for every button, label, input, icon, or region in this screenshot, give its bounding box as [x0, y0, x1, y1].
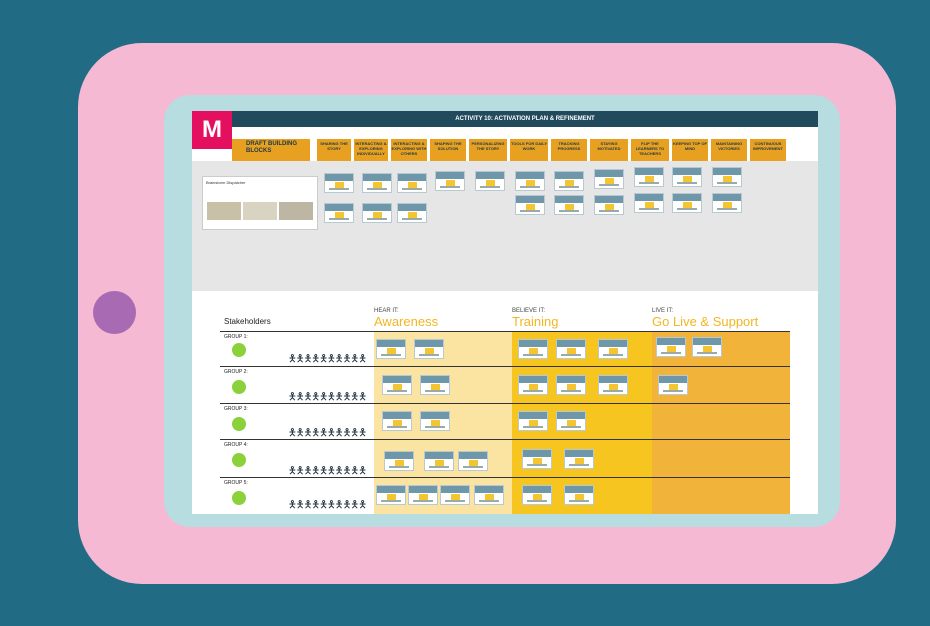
plan-card[interactable] [598, 375, 628, 395]
home-button[interactable] [93, 291, 136, 334]
plan-card[interactable] [384, 451, 414, 471]
plan-card[interactable] [458, 451, 488, 471]
plan-card[interactable] [420, 411, 450, 431]
people-icons: 🯅🯅🯅🯅🯅🯅🯅🯅🯅🯅 [288, 354, 367, 365]
block-card[interactable] [435, 171, 465, 191]
plan-card[interactable] [564, 449, 594, 469]
column-header: KEEPING TOP OF MIND [672, 139, 708, 161]
column-header: SHAPING THE SOLUTION [430, 139, 466, 161]
photo-thumbnail [243, 202, 277, 220]
people-icons: 🯅🯅🯅🯅🯅🯅🯅🯅🯅🯅 [288, 500, 367, 511]
plan-card[interactable] [556, 411, 586, 431]
block-card[interactable] [594, 195, 624, 215]
block-card[interactable] [324, 173, 354, 193]
photo-card-title: Brainstorm Dispatcher [206, 180, 246, 185]
group-badge [232, 491, 246, 505]
group-badge [232, 343, 246, 357]
block-card[interactable] [397, 203, 427, 223]
block-card[interactable] [515, 171, 545, 191]
phase-title: Awareness [374, 314, 439, 329]
plan-card[interactable] [376, 339, 406, 359]
plan-card[interactable] [556, 339, 586, 359]
column-header: MAINTAINING VICTORIES [711, 139, 747, 161]
plan-card[interactable] [382, 411, 412, 431]
block-card[interactable] [554, 195, 584, 215]
block-card[interactable] [515, 195, 545, 215]
people-icons: 🯅🯅🯅🯅🯅🯅🯅🯅🯅🯅 [288, 392, 367, 403]
phase-title: Training [512, 314, 559, 329]
plan-card[interactable] [424, 451, 454, 471]
column-header: TRACKING PROGRESS [551, 139, 587, 161]
group-label: GROUP 5: [224, 480, 248, 486]
plan-card[interactable] [692, 337, 722, 357]
photo-card: Brainstorm Dispatcher [202, 176, 318, 230]
block-card[interactable] [594, 169, 624, 189]
column-header: STAYING MOTIVATED [590, 139, 628, 161]
photo-thumbnail [207, 202, 241, 220]
block-card[interactable] [554, 171, 584, 191]
block-card[interactable] [324, 203, 354, 223]
screen: M ACTIVITY 10: ACTIVATION PLAN & REFINEM… [192, 111, 818, 514]
group-badge [232, 380, 246, 394]
group-badge [232, 417, 246, 431]
column-headers: DRAFT BUILDING BLOCKS SHARING THE STORY … [232, 139, 818, 161]
group-label: GROUP 2: [224, 369, 248, 375]
plan-card[interactable] [564, 485, 594, 505]
column-header: INTERACTING & EXPLORING WITH OTHERS [391, 139, 427, 161]
plan-card[interactable] [420, 375, 450, 395]
block-card[interactable] [397, 173, 427, 193]
column-header: FLIP THE LEARNERS TO TEACHERS [631, 139, 669, 161]
plan-card[interactable] [658, 375, 688, 395]
phase-title: Go Live & Support [652, 314, 759, 329]
row-divider [220, 331, 790, 332]
plan-card[interactable] [474, 485, 504, 505]
block-card[interactable] [362, 203, 392, 223]
column-header: DRAFT BUILDING BLOCKS [232, 139, 310, 161]
block-card[interactable] [362, 173, 392, 193]
plan-card[interactable] [656, 337, 686, 357]
plan-card[interactable] [518, 339, 548, 359]
block-card[interactable] [672, 167, 702, 187]
app-logo: M [192, 111, 232, 149]
block-card[interactable] [712, 167, 742, 187]
block-card[interactable] [634, 193, 664, 213]
people-icons: 🯅🯅🯅🯅🯅🯅🯅🯅🯅🯅 [288, 466, 367, 477]
block-card[interactable] [712, 193, 742, 213]
plan-card[interactable] [440, 485, 470, 505]
column-header: SHARING THE STORY [317, 139, 351, 161]
page-title: ACTIVITY 10: ACTIVATION PLAN & REFINEMEN… [232, 111, 818, 127]
plan-card[interactable] [382, 375, 412, 395]
block-card[interactable] [634, 167, 664, 187]
group-label: GROUP 1: [224, 334, 248, 340]
column-header: INTERACTING & EXPLORING INDIVIDUALLY [354, 139, 388, 161]
group-label: GROUP 4: [224, 442, 248, 448]
plan-card[interactable] [518, 375, 548, 395]
plan-card[interactable] [414, 339, 444, 359]
group-badge [232, 453, 246, 467]
column-header: PERSONALIZING THE STORY [469, 139, 507, 161]
plan-card[interactable] [376, 485, 406, 505]
block-card[interactable] [672, 193, 702, 213]
photo-thumbnail [279, 202, 313, 220]
block-card[interactable] [475, 171, 505, 191]
stakeholders-label: Stakeholders [224, 317, 271, 326]
plan-card[interactable] [408, 485, 438, 505]
group-label: GROUP 3: [224, 406, 248, 412]
support-band [652, 331, 790, 514]
people-icons: 🯅🯅🯅🯅🯅🯅🯅🯅🯅🯅 [288, 428, 367, 439]
column-header: CONTINUOUS IMPROVEMENT [750, 139, 786, 161]
plan-card[interactable] [556, 375, 586, 395]
plan-card[interactable] [522, 485, 552, 505]
plan-card[interactable] [518, 411, 548, 431]
column-header: TOOLS FOR DAILY WORK [510, 139, 548, 161]
plan-card[interactable] [598, 339, 628, 359]
title-stripe [232, 127, 818, 137]
plan-card[interactable] [522, 449, 552, 469]
